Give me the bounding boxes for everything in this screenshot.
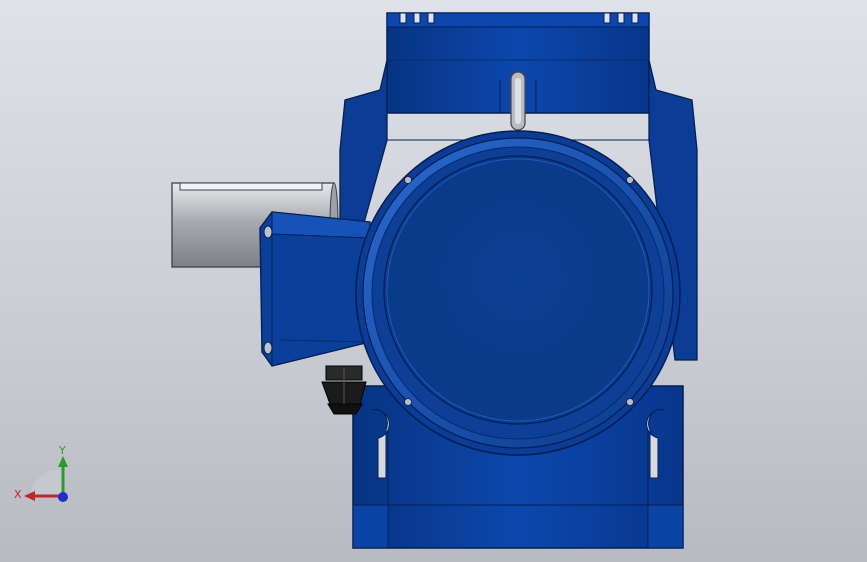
y-axis-arrow [58,456,68,467]
z-axis-dot [58,492,68,502]
graphics-viewport[interactable]: Y X [0,0,867,562]
motor-end-cover[interactable] [355,130,681,456]
y-axis-label: Y [58,444,66,457]
lifting-eye[interactable] [510,71,526,131]
x-axis-arrow [24,491,35,501]
orientation-triad: Y X [14,444,68,502]
gearmotor-model[interactable] [0,0,867,562]
x-axis-label: X [14,488,22,501]
cable-gland[interactable] [321,365,367,415]
